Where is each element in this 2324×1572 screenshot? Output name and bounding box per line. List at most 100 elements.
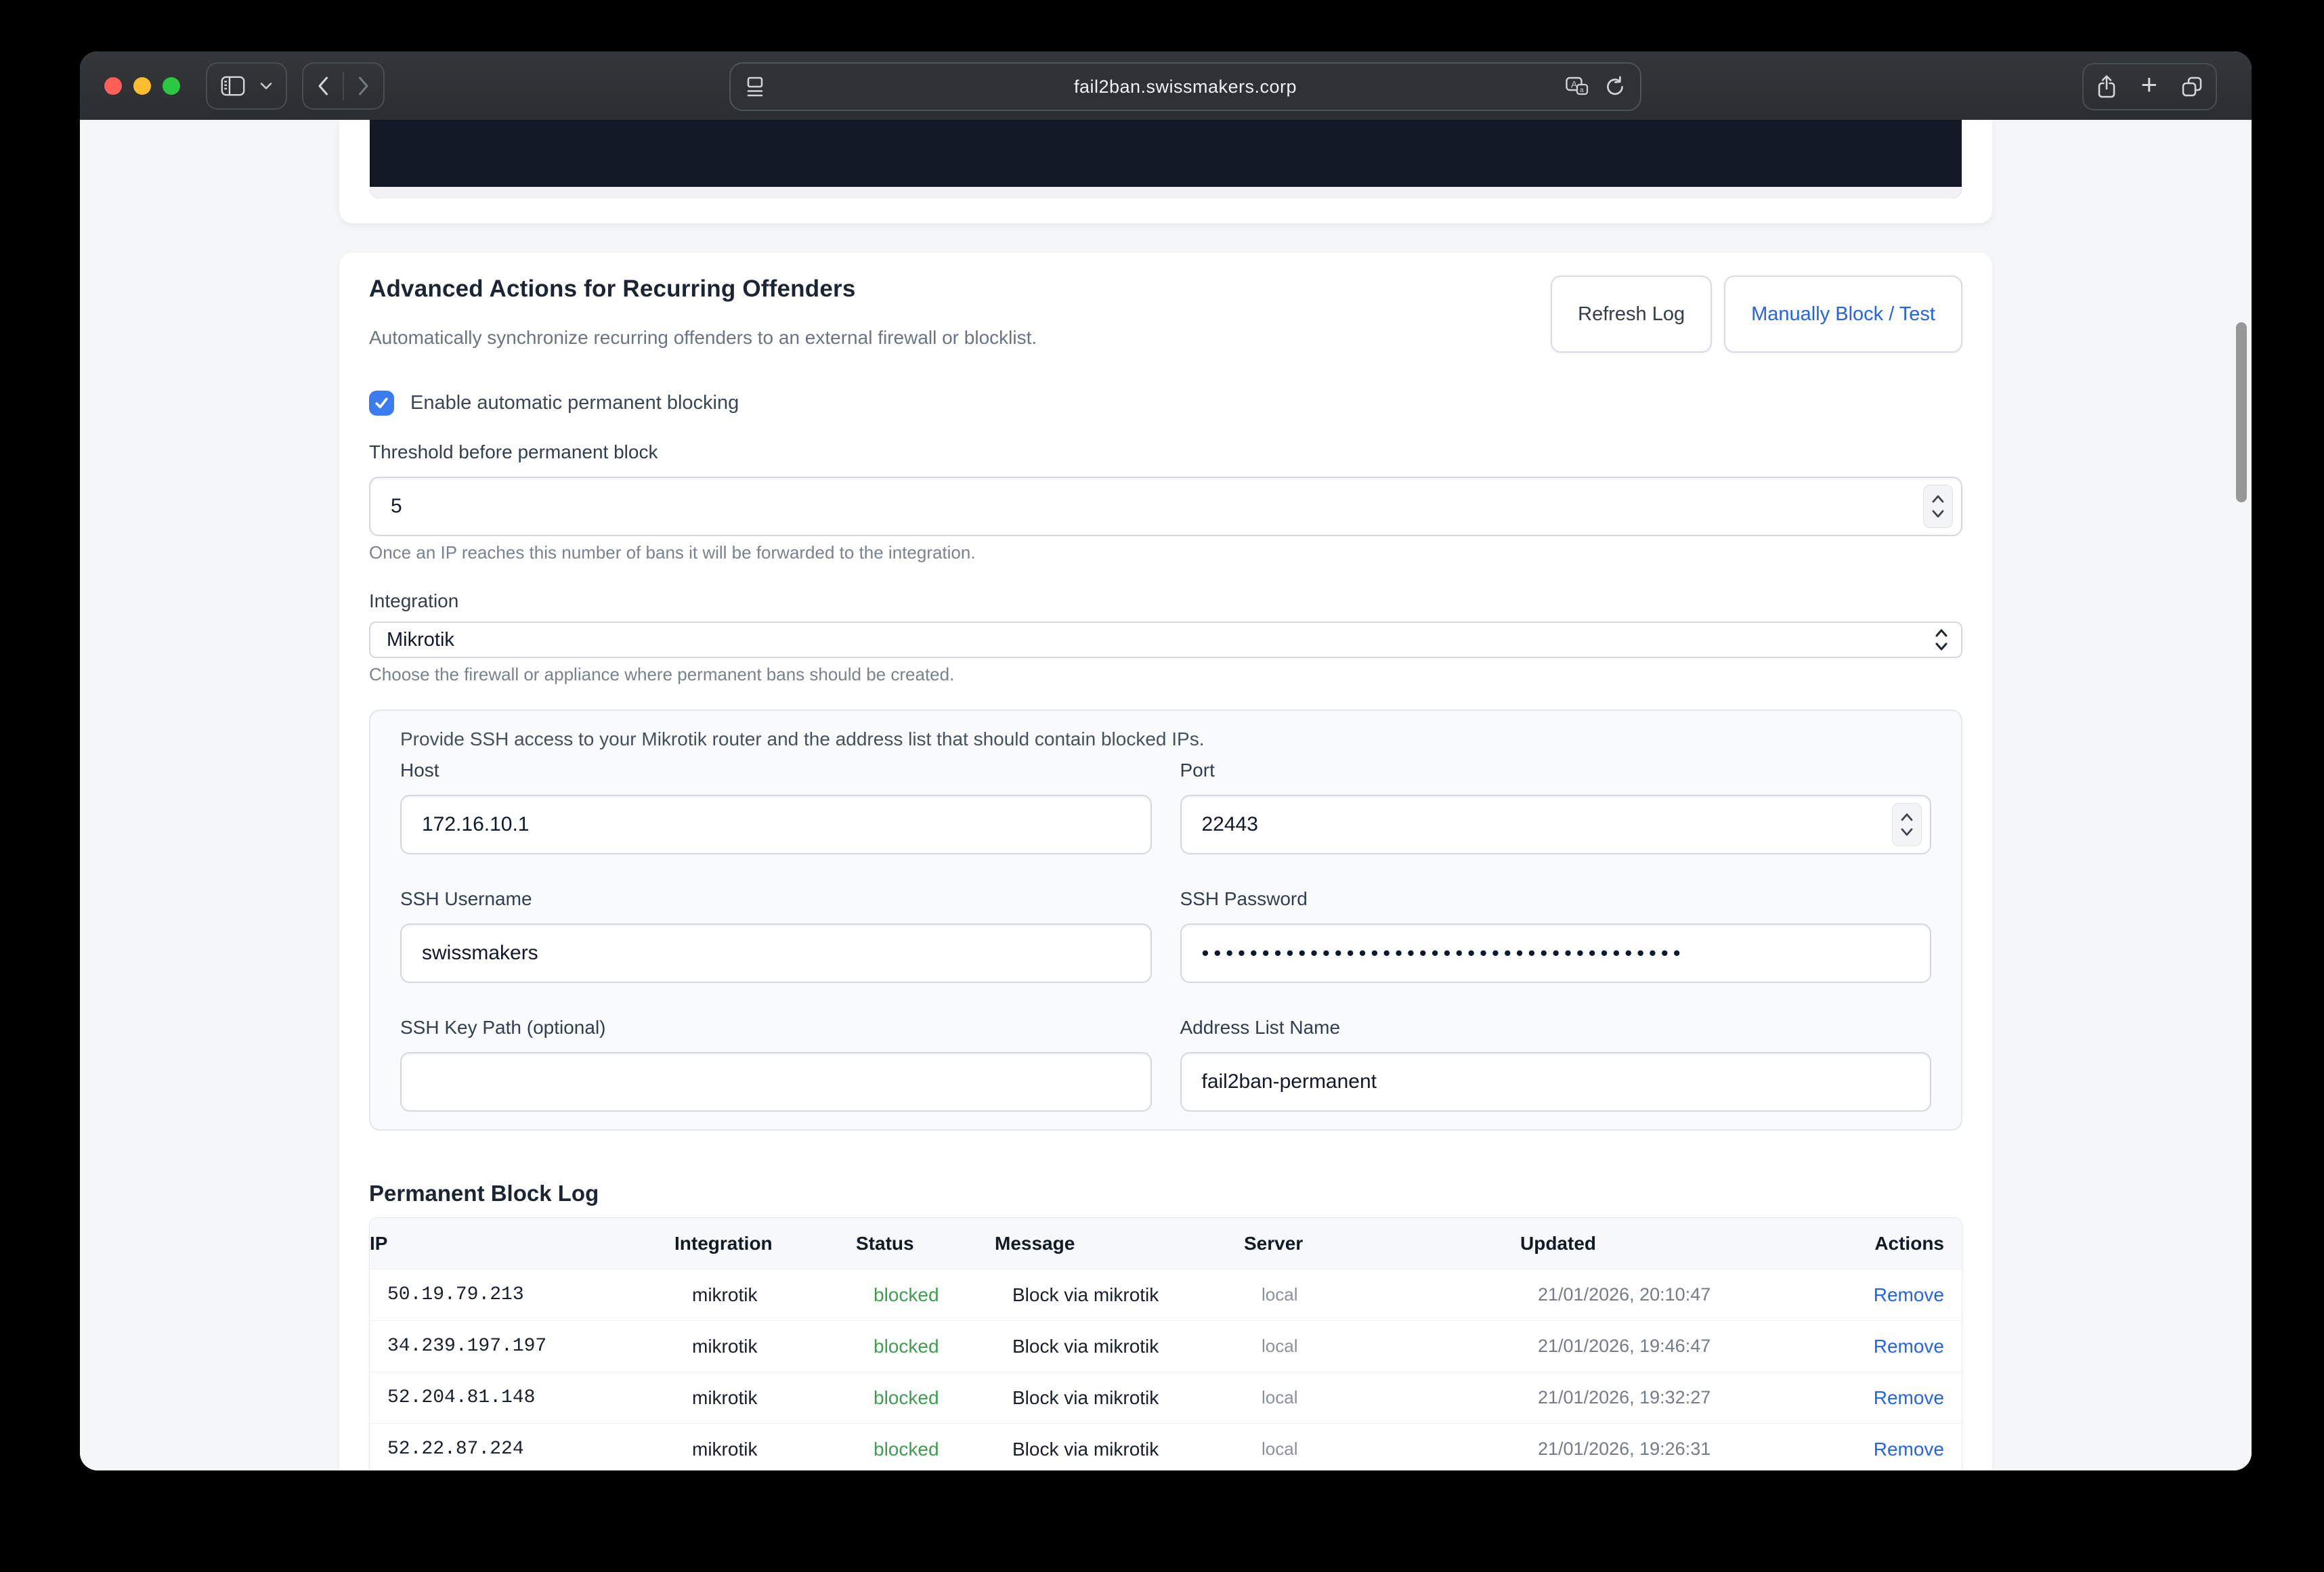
reload-icon[interactable] — [1605, 76, 1625, 97]
row-status: blocked — [856, 1424, 995, 1471]
ssh-password-value: •••••••••••••••••••••••••••••••••••••••• — [1202, 941, 1685, 965]
svg-text:a: a — [1580, 87, 1584, 94]
ssh-username-input[interactable]: swissmakers — [400, 923, 1152, 983]
close-window-button[interactable] — [104, 77, 122, 95]
row-server: local — [1244, 1321, 1520, 1372]
ssh-keypath-label: SSH Key Path (optional) — [400, 1017, 1152, 1039]
new-tab-button[interactable]: + — [2130, 62, 2168, 111]
host-input[interactable]: 172.16.10.1 — [400, 795, 1152, 854]
refresh-log-button[interactable]: Refresh Log — [1551, 276, 1712, 353]
remove-link[interactable]: Remove — [1874, 1336, 1944, 1357]
terminal-horizontal-scrollbar[interactable] — [370, 187, 1962, 198]
row-status: blocked — [856, 1321, 995, 1372]
row-integration: mikrotik — [674, 1372, 856, 1424]
table-row: 52.22.87.224 mikrotik blocked Block via … — [370, 1424, 1962, 1471]
remove-link[interactable]: Remove — [1874, 1284, 1944, 1305]
ssh-password-label: SSH Password — [1180, 888, 1932, 910]
port-stepper[interactable] — [1892, 803, 1922, 846]
threshold-help: Once an IP reaches this number of bans i… — [369, 542, 1962, 563]
toolbar-right-group: + — [2082, 63, 2217, 110]
enable-blocking-checkbox[interactable] — [369, 391, 394, 416]
sidebar-menu-button[interactable] — [259, 64, 286, 108]
row-updated: 21/01/2026, 19:26:31 — [1520, 1424, 1845, 1471]
block-log-table: IP Integration Status Message Server Upd… — [369, 1217, 1962, 1470]
col-actions: Actions — [1845, 1218, 1962, 1269]
plus-icon: + — [2140, 68, 2157, 101]
row-ip: 52.204.81.148 — [370, 1372, 674, 1424]
section-subtitle: Automatically synchronize recurring offe… — [369, 327, 1037, 349]
row-message: Block via mikrotik — [995, 1269, 1244, 1321]
integration-select[interactable]: Mikrotik — [369, 621, 1962, 658]
share-button[interactable] — [2084, 64, 2130, 109]
table-row: 50.19.79.213 mikrotik blocked Block via … — [370, 1269, 1962, 1321]
chevron-right-icon — [358, 76, 370, 96]
log-card: [21:40:02]2026/01/21 20:40:02 SSH comman… — [339, 120, 1992, 223]
browser-toolbar: fail2ban.swissmakers.corp A a — [80, 51, 2252, 121]
threshold-stepper[interactable] — [1923, 485, 1953, 528]
chevron-left-icon — [317, 76, 329, 96]
ssh-keypath-input[interactable] — [400, 1052, 1152, 1112]
col-updated: Updated — [1520, 1218, 1845, 1269]
tabs-icon — [2182, 77, 2202, 97]
translate-icon[interactable]: A a — [1566, 76, 1590, 97]
integration-help: Choose the firewall or appliance where p… — [369, 664, 1962, 685]
screen: fail2ban.swissmakers.corp A a — [0, 0, 2324, 1572]
chevron-down-icon — [260, 82, 272, 90]
col-status: Status — [856, 1218, 995, 1269]
address-bar[interactable]: fail2ban.swissmakers.corp A a — [729, 62, 1641, 111]
forward-button[interactable] — [344, 64, 383, 108]
manually-block-test-button[interactable]: Manually Block / Test — [1724, 276, 1962, 353]
port-label: Port — [1180, 760, 1932, 781]
url-text[interactable]: fail2ban.swissmakers.corp — [731, 77, 1640, 97]
panel-intro: Provide SSH access to your Mikrotik rout… — [400, 728, 1931, 750]
page-scrollbar-thumb[interactable] — [2236, 322, 2247, 502]
threshold-value: 5 — [391, 495, 402, 518]
row-message: Block via mikrotik — [995, 1372, 1244, 1424]
address-bar-actions: A a — [1566, 64, 1625, 110]
nav-button-group — [302, 62, 385, 110]
port-input[interactable]: 22443 — [1180, 795, 1932, 854]
browser-window: fail2ban.swissmakers.corp A a — [80, 51, 2252, 1470]
tab-overview-button[interactable] — [2168, 64, 2216, 109]
table-row: 52.204.81.148 mikrotik blocked Block via… — [370, 1372, 1962, 1424]
ssh-username-label: SSH Username — [400, 888, 1152, 910]
back-button[interactable] — [303, 64, 343, 108]
row-server: local — [1244, 1269, 1520, 1321]
integration-value: Mikrotik — [387, 629, 454, 651]
remove-link[interactable]: Remove — [1874, 1439, 1944, 1460]
threshold-label: Threshold before permanent block — [369, 441, 1962, 463]
row-integration: mikrotik — [674, 1424, 856, 1471]
minimize-window-button[interactable] — [133, 77, 151, 95]
row-integration: mikrotik — [674, 1269, 856, 1321]
integration-label: Integration — [369, 590, 1962, 612]
row-updated: 21/01/2026, 19:46:47 — [1520, 1321, 1845, 1372]
zoom-window-button[interactable] — [163, 77, 180, 95]
address-list-label: Address List Name — [1180, 1017, 1932, 1039]
threshold-input[interactable]: 5 — [369, 477, 1962, 536]
check-icon — [374, 395, 389, 411]
ssh-password-input[interactable]: •••••••••••••••••••••••••••••••••••••••• — [1180, 923, 1932, 983]
row-status: blocked — [856, 1372, 995, 1424]
table-row: 34.239.197.197 mikrotik blocked Block vi… — [370, 1321, 1962, 1372]
share-icon — [2097, 74, 2116, 99]
sidebar-icon — [221, 76, 245, 96]
row-status: blocked — [856, 1269, 995, 1321]
row-ip: 34.239.197.197 — [370, 1321, 674, 1372]
ssh-username-value: swissmakers — [422, 942, 538, 965]
window-controls — [80, 77, 206, 95]
select-arrows-icon — [1927, 619, 1956, 661]
sidebar-toggle-button[interactable] — [207, 64, 259, 108]
section-title: Advanced Actions for Recurring Offenders — [369, 276, 1037, 303]
enable-blocking-row: Enable automatic permanent blocking — [369, 391, 1962, 416]
host-label: Host — [400, 760, 1152, 781]
col-ip: IP — [370, 1218, 674, 1269]
header-buttons: Refresh Log Manually Block / Test — [1551, 276, 1962, 353]
row-integration: mikrotik — [674, 1321, 856, 1372]
remove-link[interactable]: Remove — [1874, 1387, 1944, 1408]
address-list-input[interactable]: fail2ban-permanent — [1180, 1052, 1932, 1112]
mikrotik-panel: Provide SSH access to your Mikrotik rout… — [369, 709, 1962, 1131]
card-header: Advanced Actions for Recurring Offenders… — [369, 276, 1962, 353]
row-server: local — [1244, 1424, 1520, 1471]
table-header-row: IP Integration Status Message Server Upd… — [370, 1218, 1962, 1269]
row-message: Block via mikrotik — [995, 1321, 1244, 1372]
